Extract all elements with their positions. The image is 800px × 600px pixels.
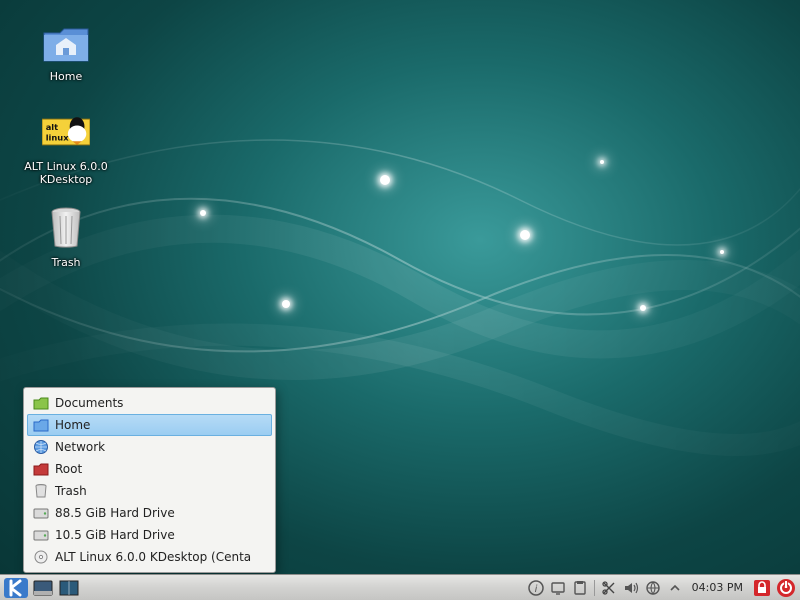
sparkle (640, 305, 646, 311)
places-item-trash[interactable]: Trash (27, 480, 272, 502)
lock-screen-button[interactable] (751, 577, 773, 599)
home-folder-icon (42, 18, 90, 66)
places-item-label: Documents (55, 396, 123, 410)
sparkle (200, 210, 206, 216)
desktop-icon-label: Home (24, 70, 108, 83)
svg-text:i: i (534, 584, 537, 595)
desktop-icon-trash[interactable]: Trash (24, 204, 108, 269)
places-menu: Documents Home Network Root Trash (23, 387, 276, 573)
places-item-home[interactable]: Home (27, 414, 272, 436)
sparkle (282, 300, 290, 308)
places-item-hdd1[interactable]: 88.5 GiB Hard Drive (27, 502, 272, 524)
places-item-cd[interactable]: ALT Linux 6.0.0 KDesktop (Centa (27, 546, 272, 568)
tray-separator (594, 580, 595, 596)
desktop-icon-label: ALT Linux 6.0.0 KDesktop (24, 160, 108, 186)
sparkle (380, 175, 390, 185)
display-tray-icon[interactable] (549, 579, 567, 597)
desktop-icon-label: Trash (24, 256, 108, 269)
places-item-label: Network (55, 440, 105, 454)
folder-green-icon (33, 395, 49, 411)
folder-blue-icon (33, 417, 49, 433)
desktop-icon-altlinux[interactable]: alt linux ALT Linux 6.0.0 KDesktop (24, 108, 108, 186)
clock-text: 04:03 PM (692, 581, 743, 594)
desktop-icon-home[interactable]: Home (24, 18, 108, 83)
svg-text:linux: linux (46, 132, 70, 142)
show-desktop-button[interactable] (31, 577, 55, 599)
sparkle (720, 250, 724, 254)
trash-small-icon (33, 483, 49, 499)
globe-icon (33, 439, 49, 455)
info-tray-icon[interactable]: i (527, 579, 545, 597)
places-item-documents[interactable]: Documents (27, 392, 272, 414)
scissors-tray-icon[interactable] (600, 579, 618, 597)
power-button[interactable] (775, 577, 797, 599)
taskbar: i 04:03 PM (0, 574, 800, 600)
sparkle (600, 160, 604, 164)
desktop[interactable]: Home alt linux ALT Linux 6.0.0 KDesktop (0, 0, 800, 600)
places-item-label: Home (55, 418, 90, 432)
places-item-label: Root (55, 462, 82, 476)
hdd-icon (33, 505, 49, 521)
places-item-hdd2[interactable]: 10.5 GiB Hard Drive (27, 524, 272, 546)
volume-tray-icon[interactable] (622, 579, 640, 597)
altlinux-logo-icon: alt linux (42, 108, 90, 156)
svg-text:alt: alt (46, 122, 58, 132)
network-tray-icon[interactable] (644, 579, 662, 597)
cd-icon (33, 549, 49, 565)
folder-red-icon (33, 461, 49, 477)
places-item-network[interactable]: Network (27, 436, 272, 458)
pager-button[interactable] (57, 577, 81, 599)
places-item-label: 10.5 GiB Hard Drive (55, 528, 175, 542)
tray-expand-icon[interactable] (666, 579, 684, 597)
trash-icon (42, 204, 90, 252)
hdd-icon (33, 527, 49, 543)
places-item-label: 88.5 GiB Hard Drive (55, 506, 175, 520)
places-item-root[interactable]: Root (27, 458, 272, 480)
kmenu-button[interactable] (2, 576, 30, 600)
clock[interactable]: 04:03 PM (686, 581, 749, 594)
places-item-label: Trash (55, 484, 87, 498)
places-item-label: ALT Linux 6.0.0 KDesktop (Centa (55, 550, 251, 564)
clipboard-tray-icon[interactable] (571, 579, 589, 597)
sparkle (520, 230, 530, 240)
